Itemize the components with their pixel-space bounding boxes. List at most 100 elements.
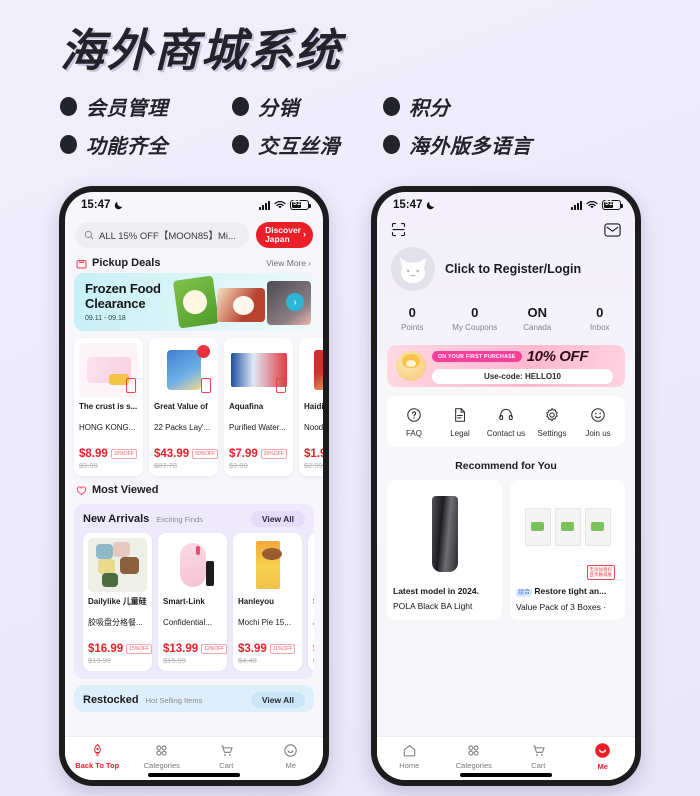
restocked-view-all-button[interactable]: View All	[250, 692, 305, 708]
recommend-name-bold: Latest model in 2024.	[393, 586, 479, 596]
sachet-shape	[524, 508, 551, 546]
product-price-row: $8.99 10%OFF	[79, 448, 138, 460]
product-image	[313, 538, 314, 592]
stat-coupons[interactable]: 0 My Coupons	[444, 305, 507, 332]
product-card[interactable]: Smart-L Japanes $13.49 $16.49	[308, 533, 314, 671]
hero-header: 海外商城系统 会员管理 分销 积分 功能齐全 交互丝滑 海外版多语言	[0, 0, 700, 159]
stat-region[interactable]: ON Canada	[506, 305, 569, 332]
product-price: $7.99	[229, 448, 258, 460]
bullet-icon	[60, 96, 77, 116]
bullet-icon	[60, 134, 77, 154]
tab-label: Cart	[219, 761, 234, 770]
most-viewed-title: Most Viewed	[92, 484, 159, 496]
banner-next-arrow-icon[interactable]: ›	[286, 293, 304, 311]
feature-item: 功能齐全	[60, 130, 232, 159]
product-name: Haidilao	[304, 402, 323, 411]
product-old-price: $9.99	[79, 461, 98, 470]
recommend-card[interactable]: Latest model in 2024. POLA Black BA Ligh…	[387, 480, 502, 620]
tab-label: Me	[597, 762, 608, 771]
tab-back-to-top[interactable]: Back To Top	[65, 743, 130, 770]
stamp-line1: 无添加香料	[589, 566, 613, 572]
smiley-icon	[591, 408, 605, 422]
status-bar: 15:47 51	[65, 192, 323, 218]
product-old-price: $15.99	[163, 656, 186, 665]
menu-item-contact[interactable]: Contact us	[483, 407, 529, 438]
feature-label: 交互丝滑	[258, 133, 340, 158]
headset-icon	[499, 408, 513, 421]
discount-badge: 10%OFF	[110, 449, 137, 459]
menu-item-joinus[interactable]: Join us	[575, 407, 621, 438]
tab-cart[interactable]: Cart	[506, 743, 571, 770]
login-label: Click to Register/Login	[445, 262, 582, 276]
tab-cart[interactable]: Cart	[194, 743, 259, 770]
stat-label: Points	[401, 323, 424, 332]
tab-label: Home	[399, 761, 420, 770]
me-top-bar	[377, 218, 635, 237]
product-card[interactable]: Aquafina Purified Water... $7.99 20%OFF …	[224, 338, 293, 476]
product-card[interactable]: Smart-Link Confidential... $13.99 12%OFF…	[158, 533, 228, 671]
tab-categories[interactable]: Categories	[130, 743, 195, 770]
product-image	[238, 538, 297, 592]
menu-label: FAQ	[405, 429, 422, 438]
profile-row[interactable]: Click to Register/Login	[377, 237, 635, 291]
cart-icon	[221, 745, 233, 756]
product-price: $1.99	[304, 448, 323, 460]
discover-japan-button[interactable]: Discover Japan ›	[256, 222, 313, 248]
battery-icon: 51	[602, 200, 623, 210]
product-card[interactable]: Dailylike 儿童硅 胶吸盘分格餐... $16.99 15%OFF $1…	[83, 533, 153, 671]
feature-item: 分销	[232, 92, 383, 121]
stat-points[interactable]: 0 Points	[381, 305, 444, 332]
pickup-deals-title-group: Pickup Deals	[76, 257, 160, 269]
search-input[interactable]: ALL 15% OFF【MOON85】Mi...	[75, 222, 250, 248]
smiley-icon	[595, 743, 611, 758]
grid-icon	[156, 745, 167, 756]
bullet-icon	[383, 134, 400, 154]
tab-categories[interactable]: Categories	[442, 743, 507, 770]
recommend-card[interactable]: 无添加香料 直享触威肤 组合 Restore tight an... Value…	[510, 480, 625, 620]
product-price-row: $13.99 12%OFF	[163, 643, 228, 655]
menu-item-faq[interactable]: FAQ	[391, 407, 437, 438]
product-image	[163, 538, 222, 592]
product-name: The crust is s...	[79, 402, 138, 411]
tab-me[interactable]: Me	[259, 743, 324, 770]
product-subname: 22 Packs Lay'...	[154, 423, 211, 432]
restocked-title: Restocked	[83, 694, 139, 706]
frozen-food-banner[interactable]: Frozen Food Clearance 09.11 - 09.18 ›	[74, 273, 314, 331]
promo-code: Use-code: HELLO10	[432, 369, 613, 384]
product-old-price: $2.99	[304, 461, 323, 470]
feature-label: 积分	[409, 95, 450, 120]
most-viewed-title-group: Most Viewed	[76, 484, 158, 496]
restocked-block: Restocked Hot Selling Items View All	[74, 685, 314, 712]
product-name: Aquafina	[229, 402, 264, 411]
tab-me[interactable]: Me	[571, 742, 636, 771]
product-card[interactable]: The crust is s... HONG KONG... $8.99 10%…	[74, 338, 143, 476]
avatar[interactable]	[391, 247, 435, 291]
product-card[interactable]: Great Value of 22 Packs Lay'... $43.99 5…	[149, 338, 219, 476]
banner-product-image	[217, 288, 265, 322]
product-image	[229, 343, 288, 397]
menu-item-legal[interactable]: Legal	[437, 407, 483, 438]
product-price: $13.49	[313, 643, 314, 655]
scan-icon[interactable]	[391, 222, 406, 237]
product-image	[304, 343, 323, 397]
new-arrivals-product-row[interactable]: Dailylike 儿童硅 胶吸盘分格餐... $16.99 15%OFF $1…	[74, 533, 314, 671]
stat-inbox[interactable]: 0 Inbox	[569, 305, 632, 332]
grid-icon	[468, 745, 479, 756]
product-image	[79, 343, 138, 397]
menu-label: Legal	[450, 429, 470, 438]
deal-product-row[interactable]: The crust is s... HONG KONG... $8.99 10%…	[65, 331, 323, 482]
pickup-view-more-link[interactable]: View More ›	[266, 258, 311, 268]
product-price-row: $16.99 15%OFF	[88, 643, 153, 655]
stat-value: 0	[408, 305, 416, 320]
new-arrivals-view-all-button[interactable]: View All	[250, 511, 305, 527]
product-card[interactable]: Hanleyou Mochi Pie 15... $3.99 11%OFF $4…	[233, 533, 302, 671]
menu-item-settings[interactable]: Settings	[529, 407, 575, 438]
first-purchase-promo-banner[interactable]: ON YOUR FIRST PURCHASE 10% OFF Use-code:…	[387, 345, 625, 387]
product-card[interactable]: Haidilao Noodles $1.99 $2.99	[299, 338, 323, 476]
status-time: 15:47	[393, 199, 423, 211]
tab-home[interactable]: Home	[377, 743, 442, 770]
moon-icon	[115, 201, 123, 210]
stat-label: Canada	[523, 323, 552, 332]
mail-icon[interactable]	[604, 222, 621, 237]
recommend-subname: POLA Black BA Light	[393, 601, 473, 612]
